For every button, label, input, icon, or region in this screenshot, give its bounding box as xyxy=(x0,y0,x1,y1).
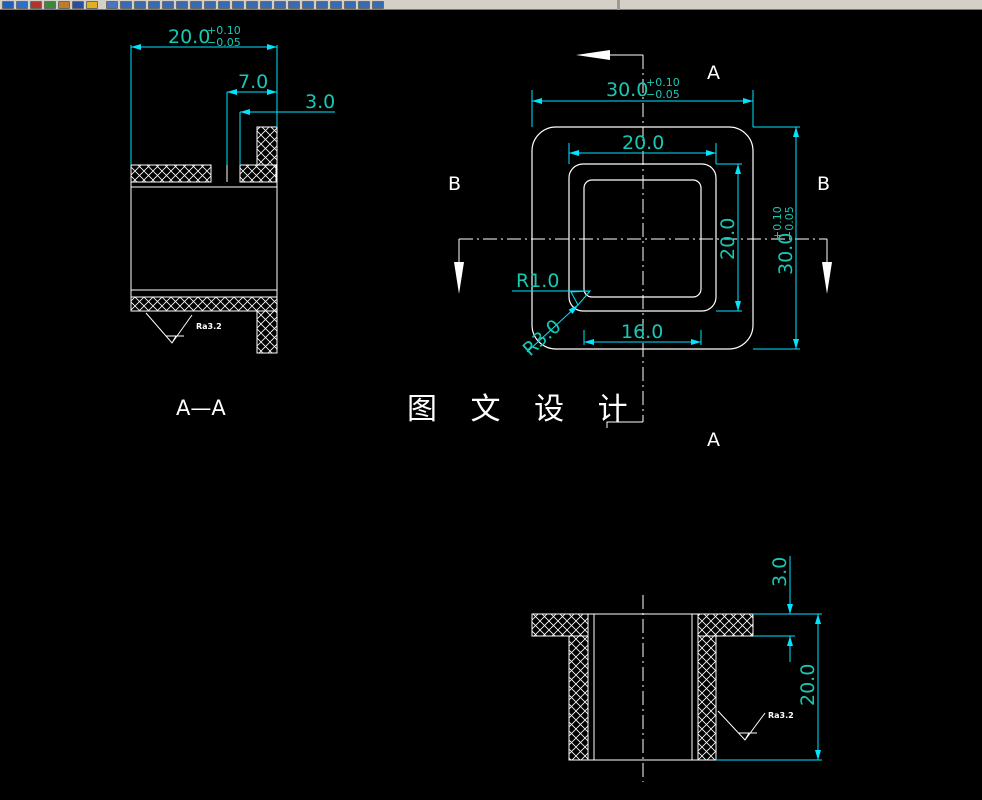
section-b-right-arrow-icon xyxy=(822,262,832,294)
front-roughness-value: Ra3.2 xyxy=(768,711,794,720)
front-hatch-left-wall xyxy=(568,635,589,761)
front-hatch-left-flange xyxy=(531,613,589,637)
front-hatch-right-flange xyxy=(697,613,754,637)
section-roughness-value: Ra3.2 xyxy=(196,322,222,331)
section-label-a-bottom: A xyxy=(707,429,720,451)
section-label-b-right: B xyxy=(817,173,830,195)
top-dim-inner-height: 20.0 xyxy=(717,218,739,260)
section-b-left-arrow-icon xyxy=(454,262,464,294)
top-dim-outer-width: 30.0 xyxy=(606,79,648,101)
top-dim-outer-width-tol-lower: −0.05 xyxy=(646,88,680,101)
section-extension-lines xyxy=(130,45,278,165)
front-view: 3.0 20.0 Ra3.2 xyxy=(531,556,822,782)
section-roughness-icon xyxy=(145,312,193,344)
section-dim-width-tol-lower: −0.05 xyxy=(207,36,241,49)
front-dim-flange: 3.0 xyxy=(769,557,791,587)
front-hatch-right-wall xyxy=(697,635,717,761)
section-label-b-left: B xyxy=(448,173,461,195)
inner-radius-arrow-icon xyxy=(570,290,592,306)
top-dim-outer-radius: R3.0 xyxy=(519,315,566,360)
top-dim-outer-height-tol-lower: −0.05 xyxy=(783,206,796,240)
section-dim-wall: 3.0 xyxy=(305,91,335,113)
section-hatch-top xyxy=(130,164,212,183)
section-hatch-flange-bottom xyxy=(256,310,278,354)
top-dim-inner-radius: R1.0 xyxy=(516,270,559,292)
section-outline xyxy=(130,127,278,353)
section-hatch-top-right xyxy=(239,164,277,183)
section-a-top-arrow-icon xyxy=(576,50,610,60)
top-dim-bottom: 16.0 xyxy=(621,321,663,343)
section-dim-flange: 7.0 xyxy=(238,71,268,93)
section-label-a-top: A xyxy=(707,62,720,84)
section-caption: A—A xyxy=(176,396,226,420)
front-dim-height: 20.0 xyxy=(797,664,819,706)
section-hatch-flange-top xyxy=(256,126,278,166)
top-dim-inner-width: 20.0 xyxy=(622,132,664,154)
section-view-a-a: 20.0 +0.10 −0.05 7.0 3.0 Ra3.2 A—A xyxy=(130,24,335,420)
section-dim-width: 20.0 xyxy=(168,26,210,48)
watermark: 图 文 设 计 xyxy=(407,392,640,427)
front-roughness-icon xyxy=(717,710,766,741)
section-hatch-bottom xyxy=(130,296,278,312)
